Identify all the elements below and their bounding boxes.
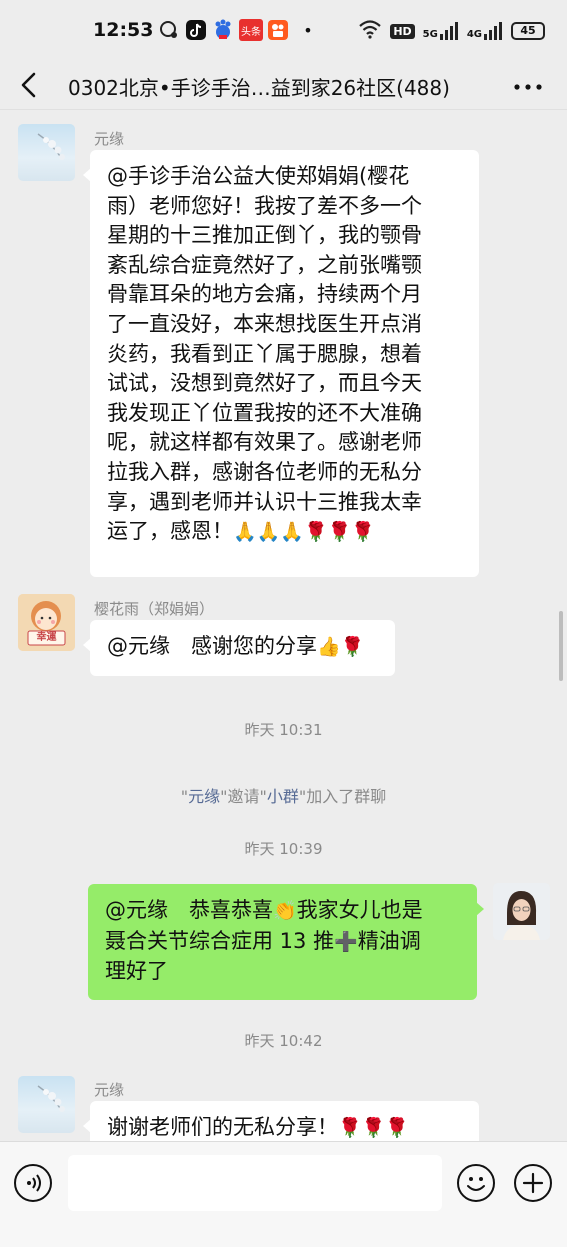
blossom-avatar-image [37,1085,65,1112]
baidu-icon [211,19,235,41]
toutiao-icon: 头条 [239,19,263,41]
timestamp: 昨天 10:42 [244,1032,323,1050]
avatar-yuanyuan[interactable] [18,124,75,181]
status-right-icons: HD 5G 4G 45 [358,19,545,43]
message-list[interactable]: 元缘 @手诊手治公益大使郑娟娟(樱花 雨）老师您好！我按了差不多一个 星期的十三… [0,111,567,1141]
kuaishou-icon [267,19,289,41]
timestamp: 昨天 10:39 [244,840,323,858]
battery-icon: 45 [511,22,545,40]
message-text: @元缘 恭喜恭喜 [105,898,273,922]
voice-icon [27,1174,41,1192]
message-line: 拉我入群，感谢各位老师的无私分 [107,459,422,484]
message-text: 运了，感恩！ [107,519,233,544]
status-time: 12:53 [93,19,154,41]
back-button[interactable] [14,70,44,100]
chat-header: 0302北京•手诊手治…益到家26社区(488) [0,62,567,110]
notice-text: "邀请" [220,787,267,806]
chat-title: 0302北京•手诊手治…益到家26社区(488) [68,76,450,100]
message-line: 炎药，我看到正丫属于腮腺，想着 [107,341,422,366]
message-line: 我发现正丫位置我按的还不大准确 [107,400,422,425]
message-line: 享，遇到老师并认识十三推我太幸 [107,489,422,514]
toutiao-label: 头条 [241,26,261,38]
message-text: 谢谢老师们的无私分享！ [107,1115,338,1139]
message-text: 精油调 [357,928,421,953]
message-bubble-4[interactable]: 谢谢老师们的无私分享！🌹🌹🌹 [83,1101,479,1141]
message-line: 骨靠耳朵的地方会痛，持续两个月 [107,282,422,307]
message-line: @元缘 恭喜恭喜👏我家女儿也是 [105,896,463,927]
sender-name: 樱花雨（郑娟娟） [94,600,215,618]
message-line: 星期的十三推加正倒丫，我的颚骨 [107,223,422,248]
blossom-avatar-image [37,133,65,160]
message-line: 紊乱综合症竟然好了，之前张嘴颚 [107,252,422,277]
emoji-roses: 🌹🌹🌹 [338,1117,409,1139]
chevron-left-icon [21,72,36,98]
message-line: 了一直没好，本来想找医生开点消 [107,311,422,336]
inviter-link[interactable]: 元缘 [188,787,220,806]
message-text: 我家女儿也是 [296,898,423,922]
notification-dot: • [303,20,313,40]
message-line: 运了，感恩！🙏🙏🙏🌹🌹🌹 [107,517,465,548]
chat-bubble-icon [158,19,180,41]
woman-portrait-avatar-image [493,883,550,940]
notice-quote: " [180,787,189,806]
emoji-pray-rose: 🙏🙏🙏🌹🌹🌹 [233,521,375,544]
message-line: @手诊手治公益大使郑娟娟(樱花 [107,164,410,188]
message-bubble-1[interactable]: @手诊手治公益大使郑娟娟(樱花 雨）老师您好！我按了差不多一个 星期的十三推加正… [83,150,479,577]
scrollbar[interactable] [559,611,563,681]
wifi-icon [358,19,382,43]
voice-button[interactable] [14,1164,52,1202]
message-line: 聂合关节综合症用 13 推➕精油调 [105,927,463,958]
input-bar [0,1141,567,1247]
sender-name: 元缘 [94,130,125,148]
smiley-icon [467,1177,485,1191]
avatar-lucky-text: 幸運 [36,632,57,643]
more-options-button[interactable] [511,70,545,100]
sender-name: 元缘 [94,1081,125,1099]
message-bubble-2[interactable]: @元缘 感谢您的分享👍🌹 [83,620,395,676]
message-line: 呢，就这样都有效果了。感谢老师 [107,430,422,455]
timestamp: 昨天 10:31 [244,721,323,739]
message-line: 试试，没想到竟然好了，而且今天 [107,371,422,396]
message-line: 理好了 [105,959,168,984]
more-functions-button[interactable] [514,1164,552,1202]
plus-icon [522,1172,544,1194]
invitee-link[interactable]: 小群 [267,787,299,806]
message-input[interactable] [68,1155,442,1211]
avatar-self[interactable] [493,883,550,940]
emoji-thumbs-rose: 👍🌹 [317,636,365,658]
emoji-clap: 👏 [273,900,297,922]
tiktok-icon [185,19,207,41]
signal-4g-icon: 4G [467,22,503,40]
net-4g-label: 4G [466,29,482,40]
hd-icon: HD [390,23,415,39]
message-line: 雨）老师您好！我按了差不多一个 [107,193,422,218]
message-text: @元缘 感谢您的分享 [107,634,317,658]
net-5g-label: 5G [422,29,438,40]
signal-5g-icon: 5G [423,22,459,40]
emoji-plus: ➕ [334,930,358,953]
message-text: 聂合关节综合症用 13 推 [105,928,335,953]
more-dots-icon [514,84,542,90]
emoji-button[interactable] [457,1164,495,1202]
avatar-yinghuayu[interactable]: 幸運 [18,594,75,651]
status-bar: 12:53 头条 • HD 5G 4G 45 [0,0,567,62]
system-notice: "元缘"邀请"小群"加入了群聊 [0,783,567,807]
avatar-yuanyuan[interactable] [18,1076,75,1133]
notice-text: "加入了群聊 [298,787,387,806]
message-bubble-3[interactable]: @元缘 恭喜恭喜👏我家女儿也是 聂合关节综合症用 13 推➕精油调 理好了 [88,884,484,1000]
